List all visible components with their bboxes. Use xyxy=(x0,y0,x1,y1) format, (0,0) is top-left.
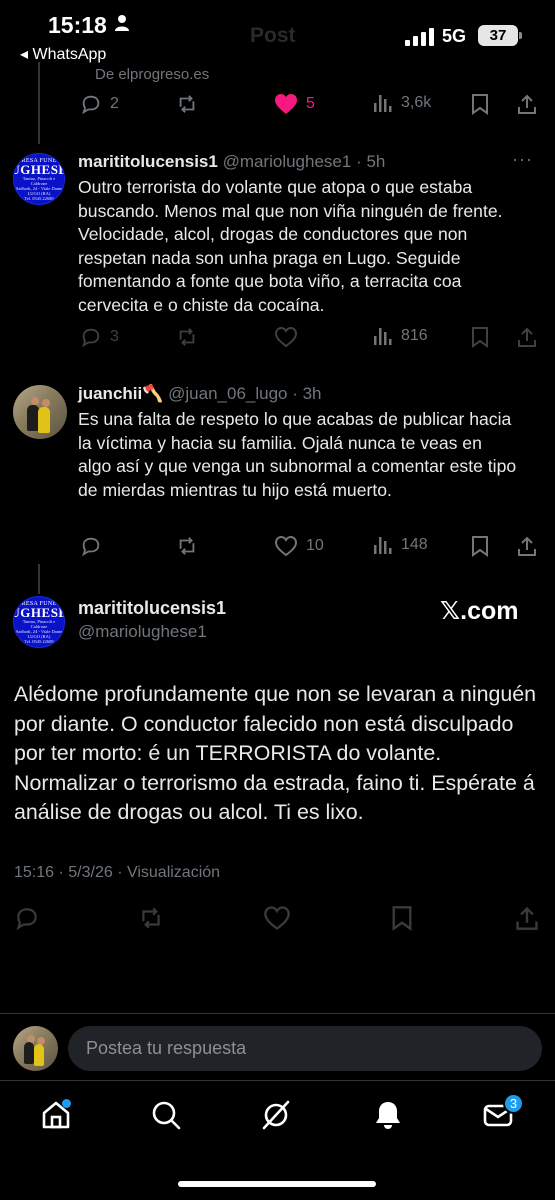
like-button[interactable] xyxy=(263,905,291,931)
bookmark-button[interactable] xyxy=(470,93,490,115)
heart-icon xyxy=(274,535,298,557)
like-button[interactable] xyxy=(274,326,298,348)
like-button[interactable]: 5 xyxy=(274,93,315,115)
share-button[interactable] xyxy=(516,326,538,348)
share-icon xyxy=(516,906,538,930)
more-options-button[interactable]: ··· xyxy=(512,149,533,170)
context-actions: 2 5 3,6k xyxy=(0,93,555,123)
share-button[interactable] xyxy=(514,905,540,931)
reply-input[interactable]: Postea tu respuesta xyxy=(68,1026,542,1071)
my-avatar[interactable] xyxy=(13,1026,58,1071)
views-icon xyxy=(374,537,392,554)
home-indicator xyxy=(178,1181,376,1187)
tab-grok[interactable] xyxy=(260,1099,292,1136)
avatar[interactable]: RESA FUNE UGHESE Tanino, Pinacoli e Cald… xyxy=(13,596,65,648)
bookmark-button[interactable] xyxy=(390,905,414,931)
heart-icon xyxy=(264,906,290,930)
author-name[interactable]: marititolucensis1 xyxy=(78,152,218,171)
reply-text: Es una falta de respeto lo que acabas de… xyxy=(78,409,517,500)
bookmark-button[interactable] xyxy=(470,326,490,348)
network-label: 5G xyxy=(442,26,467,46)
reply-icon xyxy=(82,95,100,115)
author-name[interactable]: juanchii🪓 xyxy=(78,384,163,403)
reply-count: 3 xyxy=(110,328,119,345)
author-handle[interactable]: @mariolughese1 xyxy=(78,622,207,642)
share-icon xyxy=(518,94,536,114)
reply-icon xyxy=(82,328,100,348)
views-count: 816 xyxy=(401,327,428,344)
back-to-whatsapp[interactable]: ◂ WhatsApp xyxy=(20,44,106,64)
page-title: Post xyxy=(250,24,296,47)
heart-filled-icon xyxy=(275,94,297,114)
signal-icon xyxy=(405,28,434,46)
tab-messages[interactable]: 3 xyxy=(482,1093,524,1136)
like-count: 5 xyxy=(306,95,315,112)
post-text: Alédome profundamente que non se levaran… xyxy=(14,682,537,825)
views-icon xyxy=(374,328,392,345)
reply-button[interactable]: 3 xyxy=(80,326,119,348)
avatar[interactable] xyxy=(13,385,67,439)
like-button[interactable]: 10 xyxy=(274,535,324,557)
share-button[interactable] xyxy=(516,535,538,557)
avatar[interactable]: RESA FUNE UGHESE Tanino, Pinacoli e Cald… xyxy=(13,153,65,205)
repost-button[interactable] xyxy=(138,905,164,931)
repost-icon xyxy=(179,328,195,346)
link-source[interactable]: De elprogreso.es xyxy=(95,66,209,83)
share-icon xyxy=(518,327,536,347)
bookmark-icon xyxy=(472,94,488,115)
bookmark-icon xyxy=(392,906,412,931)
author-name[interactable]: marititolucensis1 xyxy=(78,598,226,619)
repost-button[interactable] xyxy=(176,535,198,557)
person-icon xyxy=(115,15,129,31)
tab-home[interactable] xyxy=(40,1099,72,1136)
reply-icon xyxy=(82,537,100,557)
tab-search[interactable] xyxy=(150,1099,182,1136)
views-button[interactable]: 3,6k xyxy=(373,93,431,113)
share-button[interactable] xyxy=(516,93,538,115)
views-button[interactable]: 148 xyxy=(373,535,428,555)
repost-button[interactable] xyxy=(176,326,198,348)
views-button[interactable]: 816 xyxy=(373,326,428,346)
battery-icon: 37 xyxy=(478,25,522,46)
reply-button[interactable] xyxy=(80,535,102,557)
reply-icon xyxy=(16,908,37,931)
status-bar: 15:18 ◂ WhatsApp Post 5G 37 xyxy=(0,0,555,70)
post-actions xyxy=(0,905,555,935)
repost-icon xyxy=(179,95,195,113)
views-count: 3,6k xyxy=(401,94,432,111)
divider xyxy=(0,1013,555,1014)
heart-icon xyxy=(274,326,298,348)
thread-line xyxy=(38,564,40,594)
reply-header: juanchii🪓 @juan_06_lugo · 3h xyxy=(78,384,322,404)
x-watermark: 𝕏.com xyxy=(440,597,519,625)
post-metadata: 15:16 · 5/3/26 · Visualización xyxy=(14,864,221,881)
bookmark-button[interactable] xyxy=(470,535,490,557)
reply-text: Outro terrorista do volante que atopa o … xyxy=(78,177,503,315)
grok-icon xyxy=(262,1100,290,1130)
reply-actions: 10 148 xyxy=(0,535,555,565)
reply-header: marititolucensis1 @mariolughese1 · 5h xyxy=(78,152,385,172)
repost-icon xyxy=(179,537,195,555)
search-icon xyxy=(152,1101,181,1130)
reply-button[interactable] xyxy=(14,905,40,931)
views-count: 148 xyxy=(401,536,428,553)
bookmark-icon xyxy=(472,327,488,348)
messages-badge: 3 xyxy=(503,1093,524,1114)
reply-count: 2 xyxy=(110,95,119,112)
status-time: 15:18 xyxy=(48,12,107,38)
author-handle: @juan_06_lugo · 3h xyxy=(168,384,322,403)
repost-button[interactable] xyxy=(176,93,198,115)
bookmark-icon xyxy=(472,536,488,557)
like-count: 10 xyxy=(306,537,324,554)
home-badge xyxy=(62,1099,71,1108)
views-icon xyxy=(374,95,392,112)
bell-icon xyxy=(376,1102,400,1129)
reply-actions: 3 816 xyxy=(0,326,555,356)
author-handle: @mariolughese1 · 5h xyxy=(222,152,386,171)
reply-button[interactable]: 2 xyxy=(80,93,119,115)
repost-icon xyxy=(142,907,160,929)
tab-notifications[interactable] xyxy=(372,1099,404,1136)
share-icon xyxy=(518,536,536,556)
